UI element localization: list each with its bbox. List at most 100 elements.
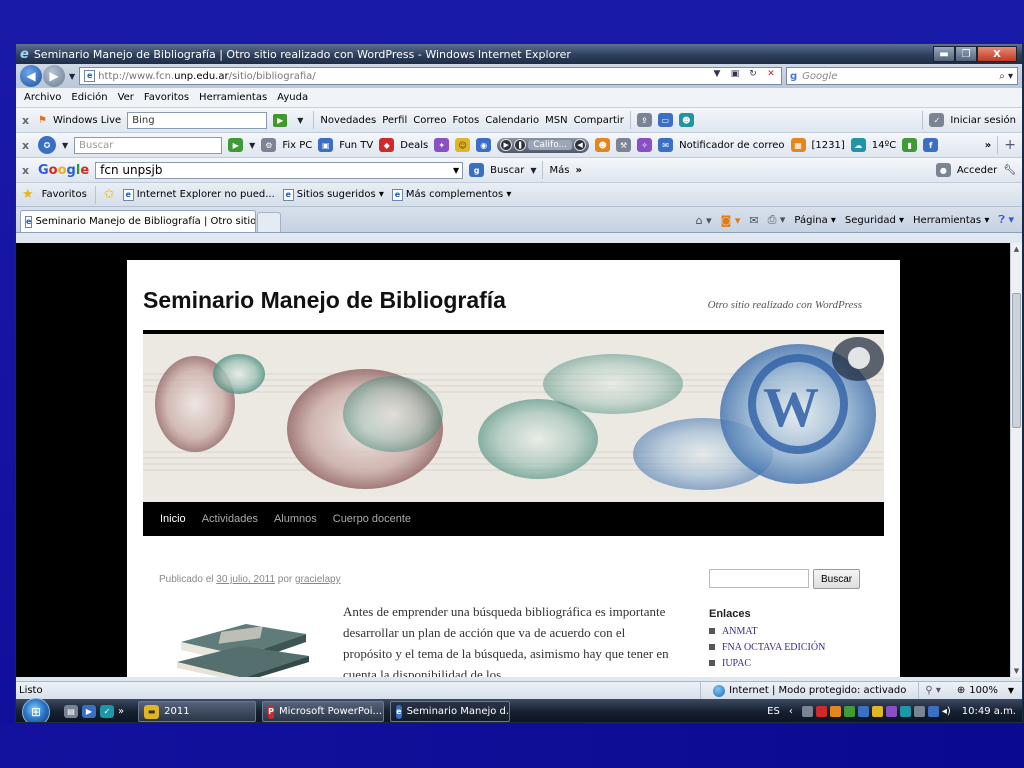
post-date-link[interactable]: 30 julio, 2011: [216, 574, 275, 585]
wl-link-correo[interactable]: Correo: [413, 115, 446, 126]
safety-menu[interactable]: Seguridad ▾: [845, 215, 904, 226]
menu-archivo[interactable]: Archivo: [24, 92, 61, 103]
sidebar-search-input[interactable]: [709, 569, 809, 588]
bing-go-button[interactable]: ▶: [273, 113, 288, 127]
zoom-dropdown-icon[interactable]: ▼: [1008, 686, 1014, 695]
link-iupac[interactable]: IUPAC: [709, 655, 825, 671]
history-dropdown-icon[interactable]: ▼: [69, 72, 75, 81]
task-folder-2011[interactable]: ▬ 2011: [138, 701, 257, 722]
url-dropdown-icon[interactable]: ▼: [709, 69, 725, 83]
logo-dropdown-icon[interactable]: ▼: [62, 141, 68, 150]
language-indicator[interactable]: ES: [767, 706, 780, 717]
google-search-dropdown-icon[interactable]: ▼: [530, 166, 536, 175]
forward-button[interactable]: ▶: [43, 65, 65, 87]
tray-expand-icon[interactable]: ‹: [789, 706, 793, 717]
tray-sync-icon[interactable]: [899, 706, 911, 717]
fun-tv-button[interactable]: Fun TV: [339, 140, 373, 151]
signin-checkbox-icon[interactable]: ✓: [929, 113, 945, 127]
zoom-control[interactable]: ⊕ 100% ▼: [947, 685, 1022, 696]
vertical-scrollbar[interactable]: ▲ ▼: [1010, 243, 1022, 677]
google-more-button[interactable]: Más: [549, 165, 569, 176]
menu-favoritos[interactable]: Favoritos: [144, 92, 189, 103]
wl-link-fotos[interactable]: Fotos: [452, 115, 479, 126]
google-signin-button[interactable]: Acceder: [957, 165, 997, 176]
tray-antivirus-icon[interactable]: [815, 706, 827, 717]
tray-power-icon[interactable]: [913, 706, 925, 717]
tray-messenger-icon[interactable]: [871, 706, 883, 717]
fav-item-suggested[interactable]: e Sitios sugeridos ▾: [282, 188, 384, 201]
clock[interactable]: 10:49 a.m.: [962, 706, 1016, 717]
close-toolbar-icon[interactable]: x: [22, 164, 32, 177]
menu-herramientas[interactable]: Herramientas: [199, 92, 267, 103]
share-icon[interactable]: ⇪: [636, 113, 652, 127]
link-fna[interactable]: FNA OCTAVA EDICIÓN: [709, 639, 825, 655]
volume-icon[interactable]: ◂): [942, 706, 951, 717]
tray-network-icon[interactable]: [801, 706, 813, 717]
nav-alumnos[interactable]: Alumnos: [274, 513, 317, 525]
wl-link-novedades[interactable]: Novedades: [320, 115, 376, 126]
menu-ver[interactable]: Ver: [118, 92, 134, 103]
tray-bluetooth-icon[interactable]: [857, 706, 869, 717]
nav-cuerpo-docente[interactable]: Cuerpo docente: [333, 513, 411, 525]
scrollbar-thumb[interactable]: [1012, 293, 1021, 428]
nav-inicio[interactable]: Inicio: [160, 513, 186, 525]
deals-button[interactable]: Deals: [400, 140, 428, 151]
wl-link-calendario[interactable]: Calendario: [485, 115, 539, 126]
scroll-up-icon[interactable]: ▲: [1011, 245, 1022, 253]
play-icon[interactable]: ▶: [500, 139, 513, 151]
bing-dropdown-icon[interactable]: ▼: [297, 116, 303, 125]
nav-actividades[interactable]: Actividades: [202, 513, 258, 525]
new-tab-button[interactable]: [257, 212, 281, 232]
site-title[interactable]: Seminario Manejo de Bibliografía: [143, 287, 506, 314]
stop-icon[interactable]: ✕: [763, 69, 779, 83]
volume-icon[interactable]: ◀: [574, 139, 587, 151]
media-player-icon[interactable]: ▶: [82, 705, 96, 718]
smiley-icon[interactable]: ☻: [595, 138, 611, 152]
task-internet-explorer[interactable]: e Seminario Manejo d...: [390, 701, 511, 722]
fix-pc-button[interactable]: Fix PC: [282, 140, 312, 151]
add-favorite-icon[interactable]: ✩: [104, 187, 115, 202]
tray-update-icon[interactable]: [843, 706, 855, 717]
wl-link-perfil[interactable]: Perfil: [382, 115, 407, 126]
tools-menu[interactable]: Herramientas ▾: [913, 215, 989, 226]
menu-edicion[interactable]: Edición: [71, 92, 107, 103]
print-icon[interactable]: ⎙ ▾: [768, 213, 786, 227]
windows-live-brand[interactable]: Windows Live: [53, 115, 121, 126]
quick-launch-overflow[interactable]: »: [118, 706, 124, 717]
search-options-icon[interactable]: ▼: [249, 141, 255, 150]
switch-windows-icon[interactable]: ✓: [100, 705, 114, 718]
rss-feed-icon[interactable]: ◙ ▾: [721, 214, 741, 227]
toolbar-overflow-button[interactable]: »: [985, 140, 991, 151]
toolbar-go-button[interactable]: ▶: [228, 138, 244, 152]
tray-display-icon[interactable]: [927, 706, 939, 717]
protected-mode-icon[interactable]: ⚲ ▾: [919, 685, 947, 696]
wl-link-compartir[interactable]: Compartir: [574, 115, 624, 126]
radio-player[interactable]: ▶ ❚ Califo... ◀: [497, 137, 590, 153]
refresh-icon[interactable]: ↻: [745, 69, 761, 83]
wl-signin-link[interactable]: Iniciar sesión: [950, 115, 1016, 126]
maximize-button[interactable]: ❐: [955, 46, 977, 62]
post-author-link[interactable]: gracielapy: [295, 574, 341, 585]
bing-search-input[interactable]: Bing: [127, 111, 268, 129]
sidebar-search-button[interactable]: Buscar: [813, 569, 861, 589]
chat-icon[interactable]: ☺: [455, 138, 471, 152]
task-powerpoint[interactable]: P Microsoft PowerPoi...: [262, 701, 385, 722]
mail-count[interactable]: [1231]: [812, 140, 845, 151]
security-zone[interactable]: Internet | Modo protegido: activado: [700, 681, 920, 700]
close-toolbar-icon[interactable]: x: [22, 139, 32, 152]
scroll-down-icon[interactable]: ▼: [1011, 667, 1022, 675]
radio-station[interactable]: Califo...: [528, 140, 573, 150]
game-icon[interactable]: ✦: [434, 138, 450, 152]
tray-ati-icon[interactable]: [829, 706, 841, 717]
google-search-button[interactable]: Buscar: [490, 165, 524, 176]
home-icon[interactable]: ⌂ ▾: [696, 214, 712, 227]
wl-link-msn[interactable]: MSN: [545, 115, 567, 126]
close-toolbar-icon[interactable]: x: [22, 114, 32, 127]
bottle-icon[interactable]: ▮: [902, 138, 918, 152]
tab-active[interactable]: e Seminario Manejo de Bibliografía | Otr…: [20, 210, 256, 232]
back-button[interactable]: ◀: [20, 65, 42, 87]
close-button[interactable]: X: [977, 46, 1017, 62]
url-input[interactable]: e http://www.fcn. unp.edu.ar/sitio/biblio…: [79, 67, 782, 85]
window-icon[interactable]: ▭: [657, 113, 673, 127]
read-mail-icon[interactable]: ✉: [749, 214, 758, 227]
